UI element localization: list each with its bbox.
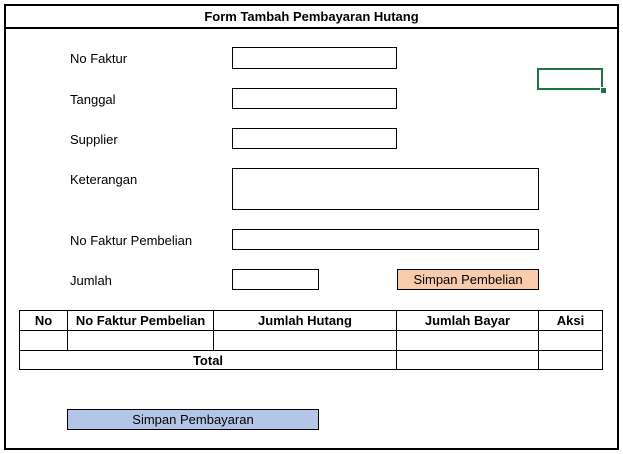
tanggal-label: Tanggal [70, 92, 116, 107]
tanggal-input[interactable] [232, 88, 397, 109]
form-frame [4, 4, 619, 450]
supplier-label: Supplier [70, 132, 118, 147]
fill-handle[interactable] [600, 87, 607, 94]
table-header-jumlah-bayar: Jumlah Bayar [396, 310, 539, 331]
table-row-cell-no-faktur[interactable] [67, 330, 214, 351]
jumlah-label: Jumlah [70, 273, 112, 288]
form-title: Form Tambah Pembayaran Hutang [4, 4, 619, 29]
table-total-aksi [538, 350, 603, 370]
no-faktur-pembelian-label: No Faktur Pembelian [70, 233, 193, 248]
selected-cell[interactable] [537, 68, 603, 90]
keterangan-input[interactable] [232, 168, 539, 210]
keterangan-label: Keterangan [70, 172, 138, 187]
pembayaran-table: No No Faktur Pembelian Jumlah Hutang Jum… [19, 310, 603, 370]
jumlah-input[interactable] [232, 269, 319, 290]
no-faktur-label: No Faktur [70, 51, 128, 66]
table-total-bayar [396, 350, 539, 370]
table-row-cell-jumlah-hutang[interactable] [213, 330, 397, 351]
no-faktur-input[interactable] [232, 47, 397, 69]
supplier-input[interactable] [232, 128, 397, 149]
table-header-aksi: Aksi [538, 310, 603, 331]
no-faktur-pembelian-input[interactable] [232, 229, 539, 250]
table-row-cell-jumlah-bayar[interactable] [396, 330, 539, 351]
table-header-jumlah-hutang: Jumlah Hutang [213, 310, 397, 331]
table-total-label: Total [19, 350, 397, 370]
table-row-cell-no[interactable] [19, 330, 68, 351]
simpan-pembayaran-button[interactable]: Simpan Pembayaran [67, 409, 319, 430]
table-header-no: No [19, 310, 68, 331]
table-row-cell-aksi[interactable] [538, 330, 603, 351]
simpan-pembelian-button[interactable]: Simpan Pembelian [397, 269, 539, 290]
table-header-no-faktur-pembelian: No Faktur Pembelian [67, 310, 214, 331]
